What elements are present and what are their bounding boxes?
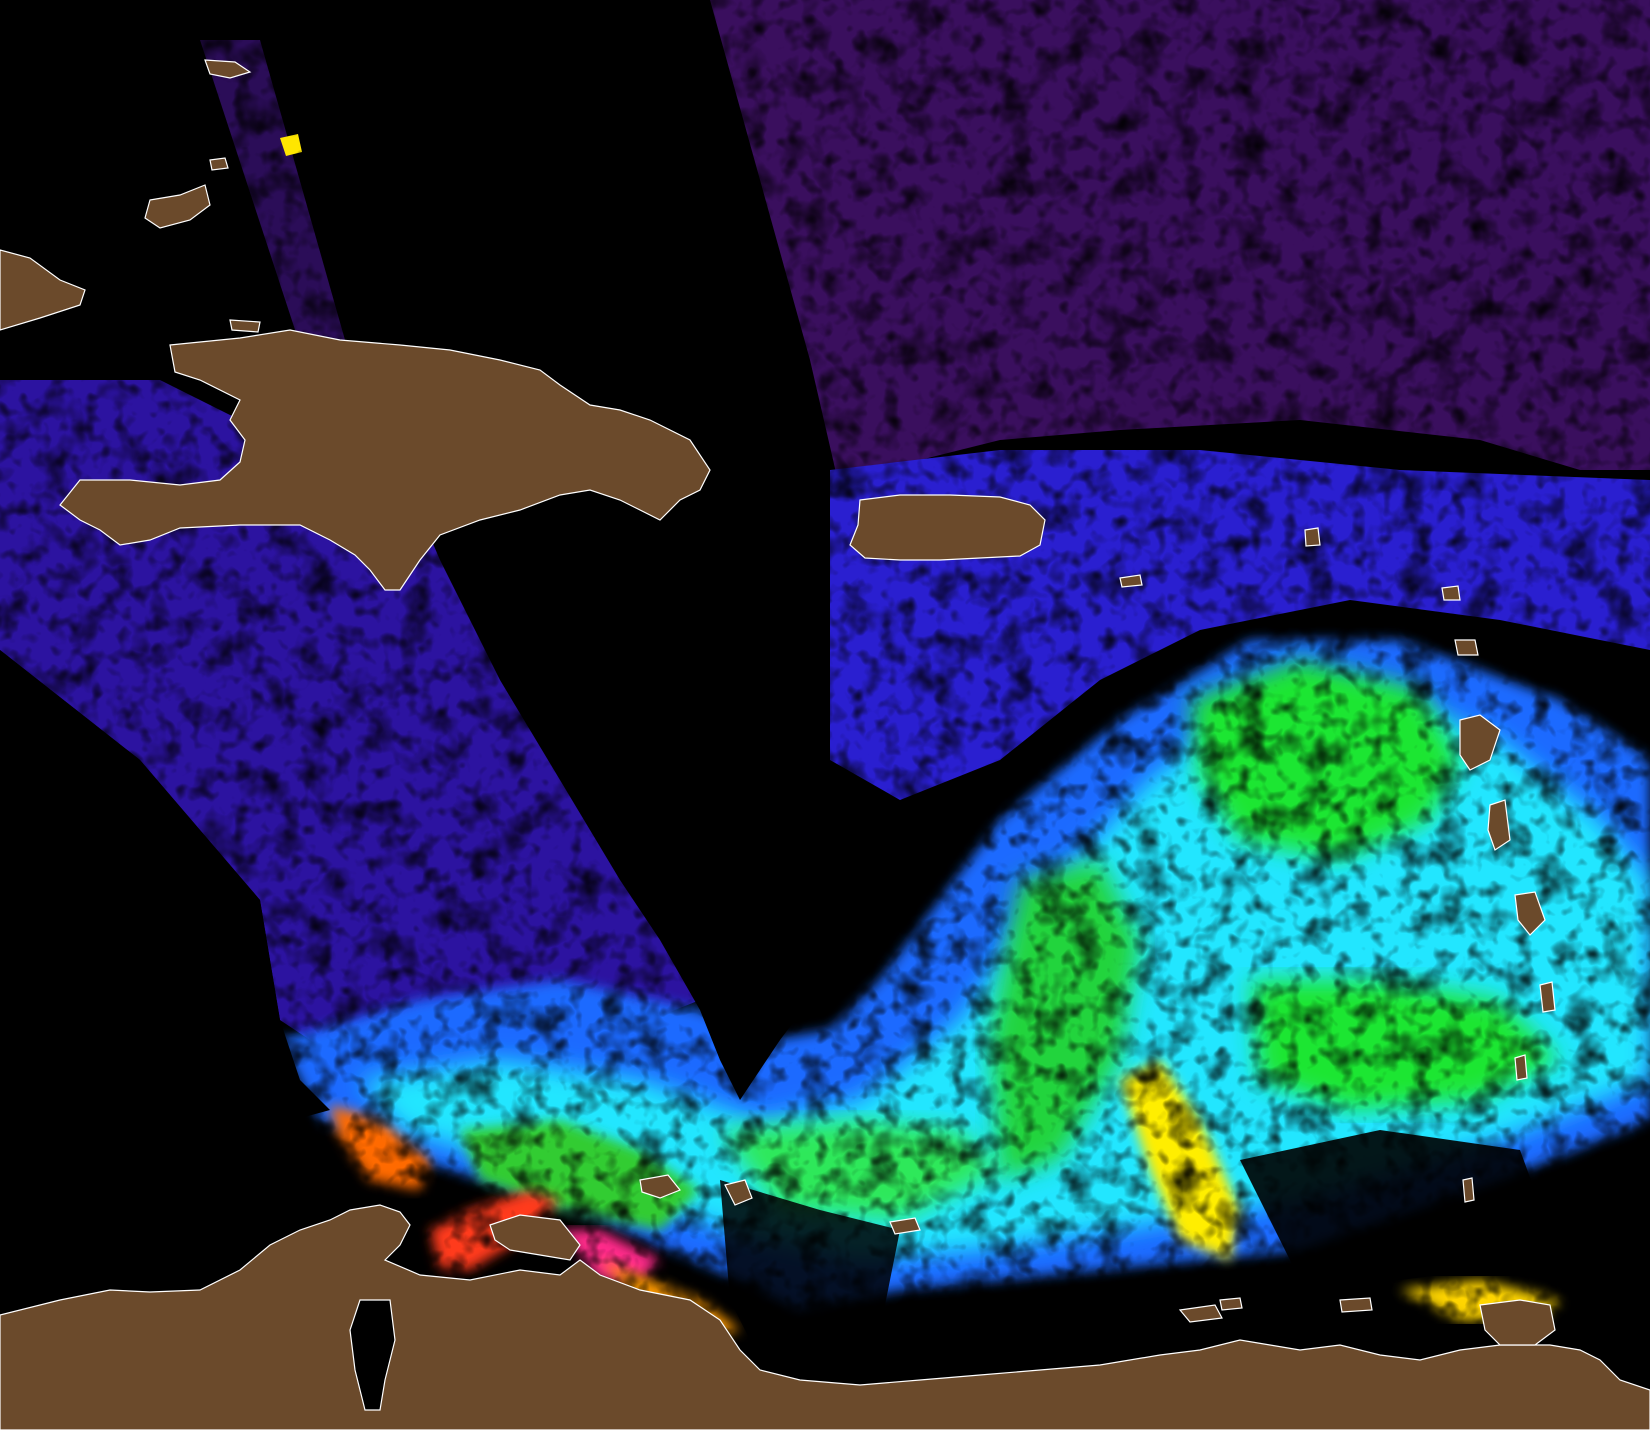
islet-north-c <box>229 319 261 333</box>
islet-east-j <box>1462 1177 1475 1203</box>
islet-east-c <box>1441 585 1461 601</box>
islet-east-b <box>1304 527 1321 547</box>
islet-east-h <box>1539 981 1556 1013</box>
ocean-data-layer <box>0 0 1650 1430</box>
islet-east-d <box>1454 639 1479 656</box>
islet-south-east-b <box>1219 1297 1243 1311</box>
landmass-island-east-central <box>849 494 1046 561</box>
islet-north-d <box>209 157 229 171</box>
satellite-map <box>0 0 1650 1430</box>
islet-east-i <box>1514 1054 1528 1081</box>
islet-south-east-c <box>1339 1297 1373 1313</box>
ocean-color-map <box>0 0 1650 1430</box>
